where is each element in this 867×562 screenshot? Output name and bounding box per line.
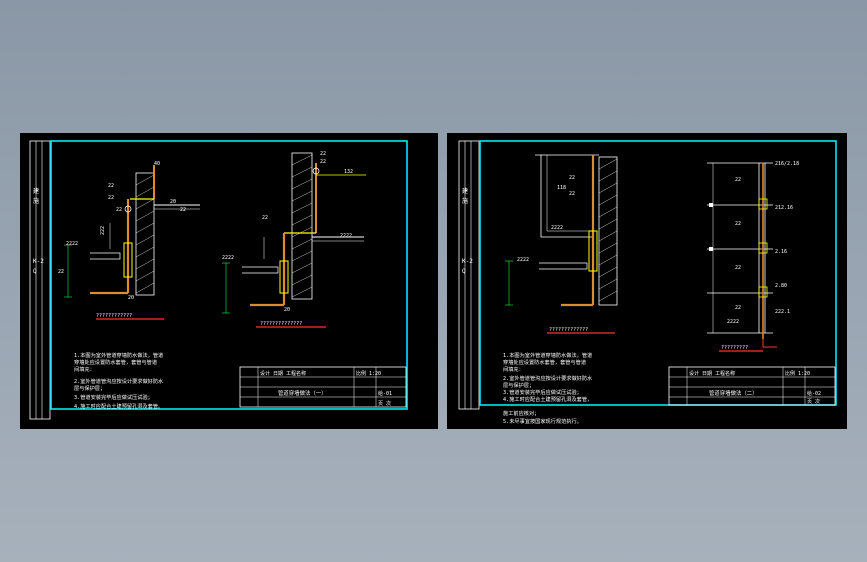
dim-label: 22 — [735, 305, 741, 311]
cad-drawing-right: 建 施 K-2 Q 118 22 22 2222 2222 ??????????… — [458, 140, 837, 425]
dim-label: 22 — [735, 177, 741, 183]
note-line: 层与保护层； — [503, 381, 534, 389]
side-label-4: Q — [462, 268, 466, 275]
side-label-2: 施 — [462, 197, 468, 205]
title-block-number: 给-01 — [378, 390, 392, 397]
dim-label: 20 — [170, 199, 176, 205]
detail-4: 216/2.18 212.16 2.16 2.80 222.1 22 22 22… — [707, 161, 799, 352]
dim-label: 2222 — [340, 233, 352, 239]
title-block-drawing-title: 管道穿墙做法（二） — [709, 389, 758, 397]
dim-label: 22 — [58, 269, 64, 275]
elevation-label: 2.80 — [775, 283, 787, 289]
side-label-4: Q — [33, 268, 37, 275]
cad-drawing-left: 建 施 K-2 Q 22 22 22 40 20 20 222 2222 22 … — [29, 140, 408, 420]
title-block-sheet: 页 次 — [807, 398, 820, 405]
dim-label: 40 — [154, 161, 160, 167]
side-label-1: 建 — [462, 187, 468, 195]
detail-1: 22 22 22 40 20 20 222 2222 22 22 ???????… — [58, 161, 200, 320]
title-block: 设计 日期 工程名称 管道穿墙做法（一） 给-01 比例 1:20 页 次 — [239, 366, 407, 408]
wall-section — [135, 172, 155, 296]
note-line: 间填充： — [503, 365, 524, 373]
note-line: 1.本图为室外管道穿墙防水做法，管道 — [74, 351, 163, 359]
note-line: 1.本图为室外管道穿墙防水做法，管道 — [503, 351, 592, 359]
elevation-label: 222.1 — [775, 309, 790, 315]
dim-label: 222 — [100, 226, 106, 235]
side-label-3: K-2 — [33, 258, 44, 265]
dim-label: 2222 — [517, 257, 529, 263]
dim-label: 22 — [116, 207, 122, 213]
title-block-scale: 比例 1:20 — [785, 370, 810, 377]
side-label-2: 施 — [33, 197, 39, 205]
detail-caption: ?????????????? — [260, 321, 302, 327]
detail-caption: ????????? — [721, 345, 748, 351]
title-block-company: 设计 日期 工程名称 — [689, 370, 735, 377]
detail-3: 118 22 22 2222 2222 ????????????? — [505, 154, 618, 334]
title-block-number: 给-02 — [807, 390, 821, 397]
side-label-1: 建 — [33, 187, 39, 195]
dim-label: 2222 — [222, 255, 234, 261]
side-label-3: K-2 — [462, 258, 473, 265]
dim-label: 2222 — [66, 241, 78, 247]
title-block: 设计 日期 工程名称 管道穿墙做法（二） 给-02 比例 1:20 页 次 — [668, 366, 836, 406]
elevation-label: 2.16 — [775, 249, 787, 255]
dim-label: 22 — [569, 191, 575, 197]
dim-label: 22 — [180, 207, 186, 213]
note-line: 4.施工时应配合土建预留孔洞及套管， — [503, 395, 592, 403]
note-line: 2.室外管道管沟应按设计要求做好防水 — [503, 374, 593, 382]
dim-label: 2222 — [727, 319, 739, 325]
dim-label: 22 — [320, 151, 326, 157]
note-line: 5.未尽事宜按国家现行规范执行。 — [503, 417, 582, 425]
elevation-label: 212.16 — [775, 205, 793, 211]
binding-strip — [458, 140, 480, 410]
dim-label: 22 — [108, 195, 114, 201]
dim-label: 22 — [735, 265, 741, 271]
note-line: 2.室外管道管沟应按设计要求做好防水 — [74, 377, 164, 385]
note-line: 穿墙处应设置防水套管，套管与管道 — [74, 358, 157, 366]
dim-label: 2222 — [551, 225, 563, 231]
title-block-sheet: 页 次 — [378, 400, 391, 407]
dim-label: 20 — [284, 307, 290, 313]
detail-caption: ???????????? — [96, 313, 132, 319]
notes-block: 1.本图为室外管道穿墙防水做法，管道 穿墙处应设置防水套管，套管与管道 间填充：… — [503, 351, 593, 425]
drawing-sheet-right: 建 施 K-2 Q 118 22 22 2222 2222 ??????????… — [447, 133, 847, 429]
dim-label: 118 — [557, 185, 566, 191]
elevation-label: 216/2.18 — [775, 161, 799, 167]
dim-label: 22 — [735, 221, 741, 227]
note-line: 间填充： — [74, 365, 95, 373]
title-block-company: 设计 日期 工程名称 — [260, 370, 306, 377]
title-block-drawing-title: 管道穿墙做法（一） — [278, 389, 327, 397]
dim-label: 132 — [344, 169, 353, 175]
title-block-scale: 比例 1:20 — [356, 370, 381, 377]
dim-label: 22 — [320, 159, 326, 165]
note-line: 穿墙处应设置防水套管，套管与管道 — [503, 358, 586, 366]
drawing-frame — [50, 140, 408, 410]
wall-section — [598, 156, 618, 306]
wall-section — [291, 152, 313, 300]
note-line: 4.施工时应配合土建预留孔洞及套管。 — [74, 402, 163, 410]
detail-2: 22 22 132 22 2222 2222 20 ?????????????? — [222, 151, 366, 328]
note-line: 3.管道安装完毕后应做试压试验； — [74, 393, 153, 401]
note-line: 3.管道安装完毕后应做试压试验； — [503, 388, 582, 396]
dim-label: 22 — [108, 183, 114, 189]
notes-block: 1.本图为室外管道穿墙防水做法，管道 穿墙处应设置防水套管，套管与管道 间填充：… — [74, 351, 164, 410]
note-line: 层与保护层； — [74, 384, 105, 392]
dim-label: 22 — [569, 175, 575, 181]
dim-label: 20 — [128, 295, 134, 301]
binding-strip — [29, 140, 51, 420]
note-line: 施工前应核对； — [503, 409, 539, 417]
dim-label: 22 — [262, 215, 268, 221]
drawing-sheet-left: 建 施 K-2 Q 22 22 22 40 20 20 222 2222 22 … — [20, 133, 438, 429]
detail-caption: ????????????? — [549, 327, 588, 333]
